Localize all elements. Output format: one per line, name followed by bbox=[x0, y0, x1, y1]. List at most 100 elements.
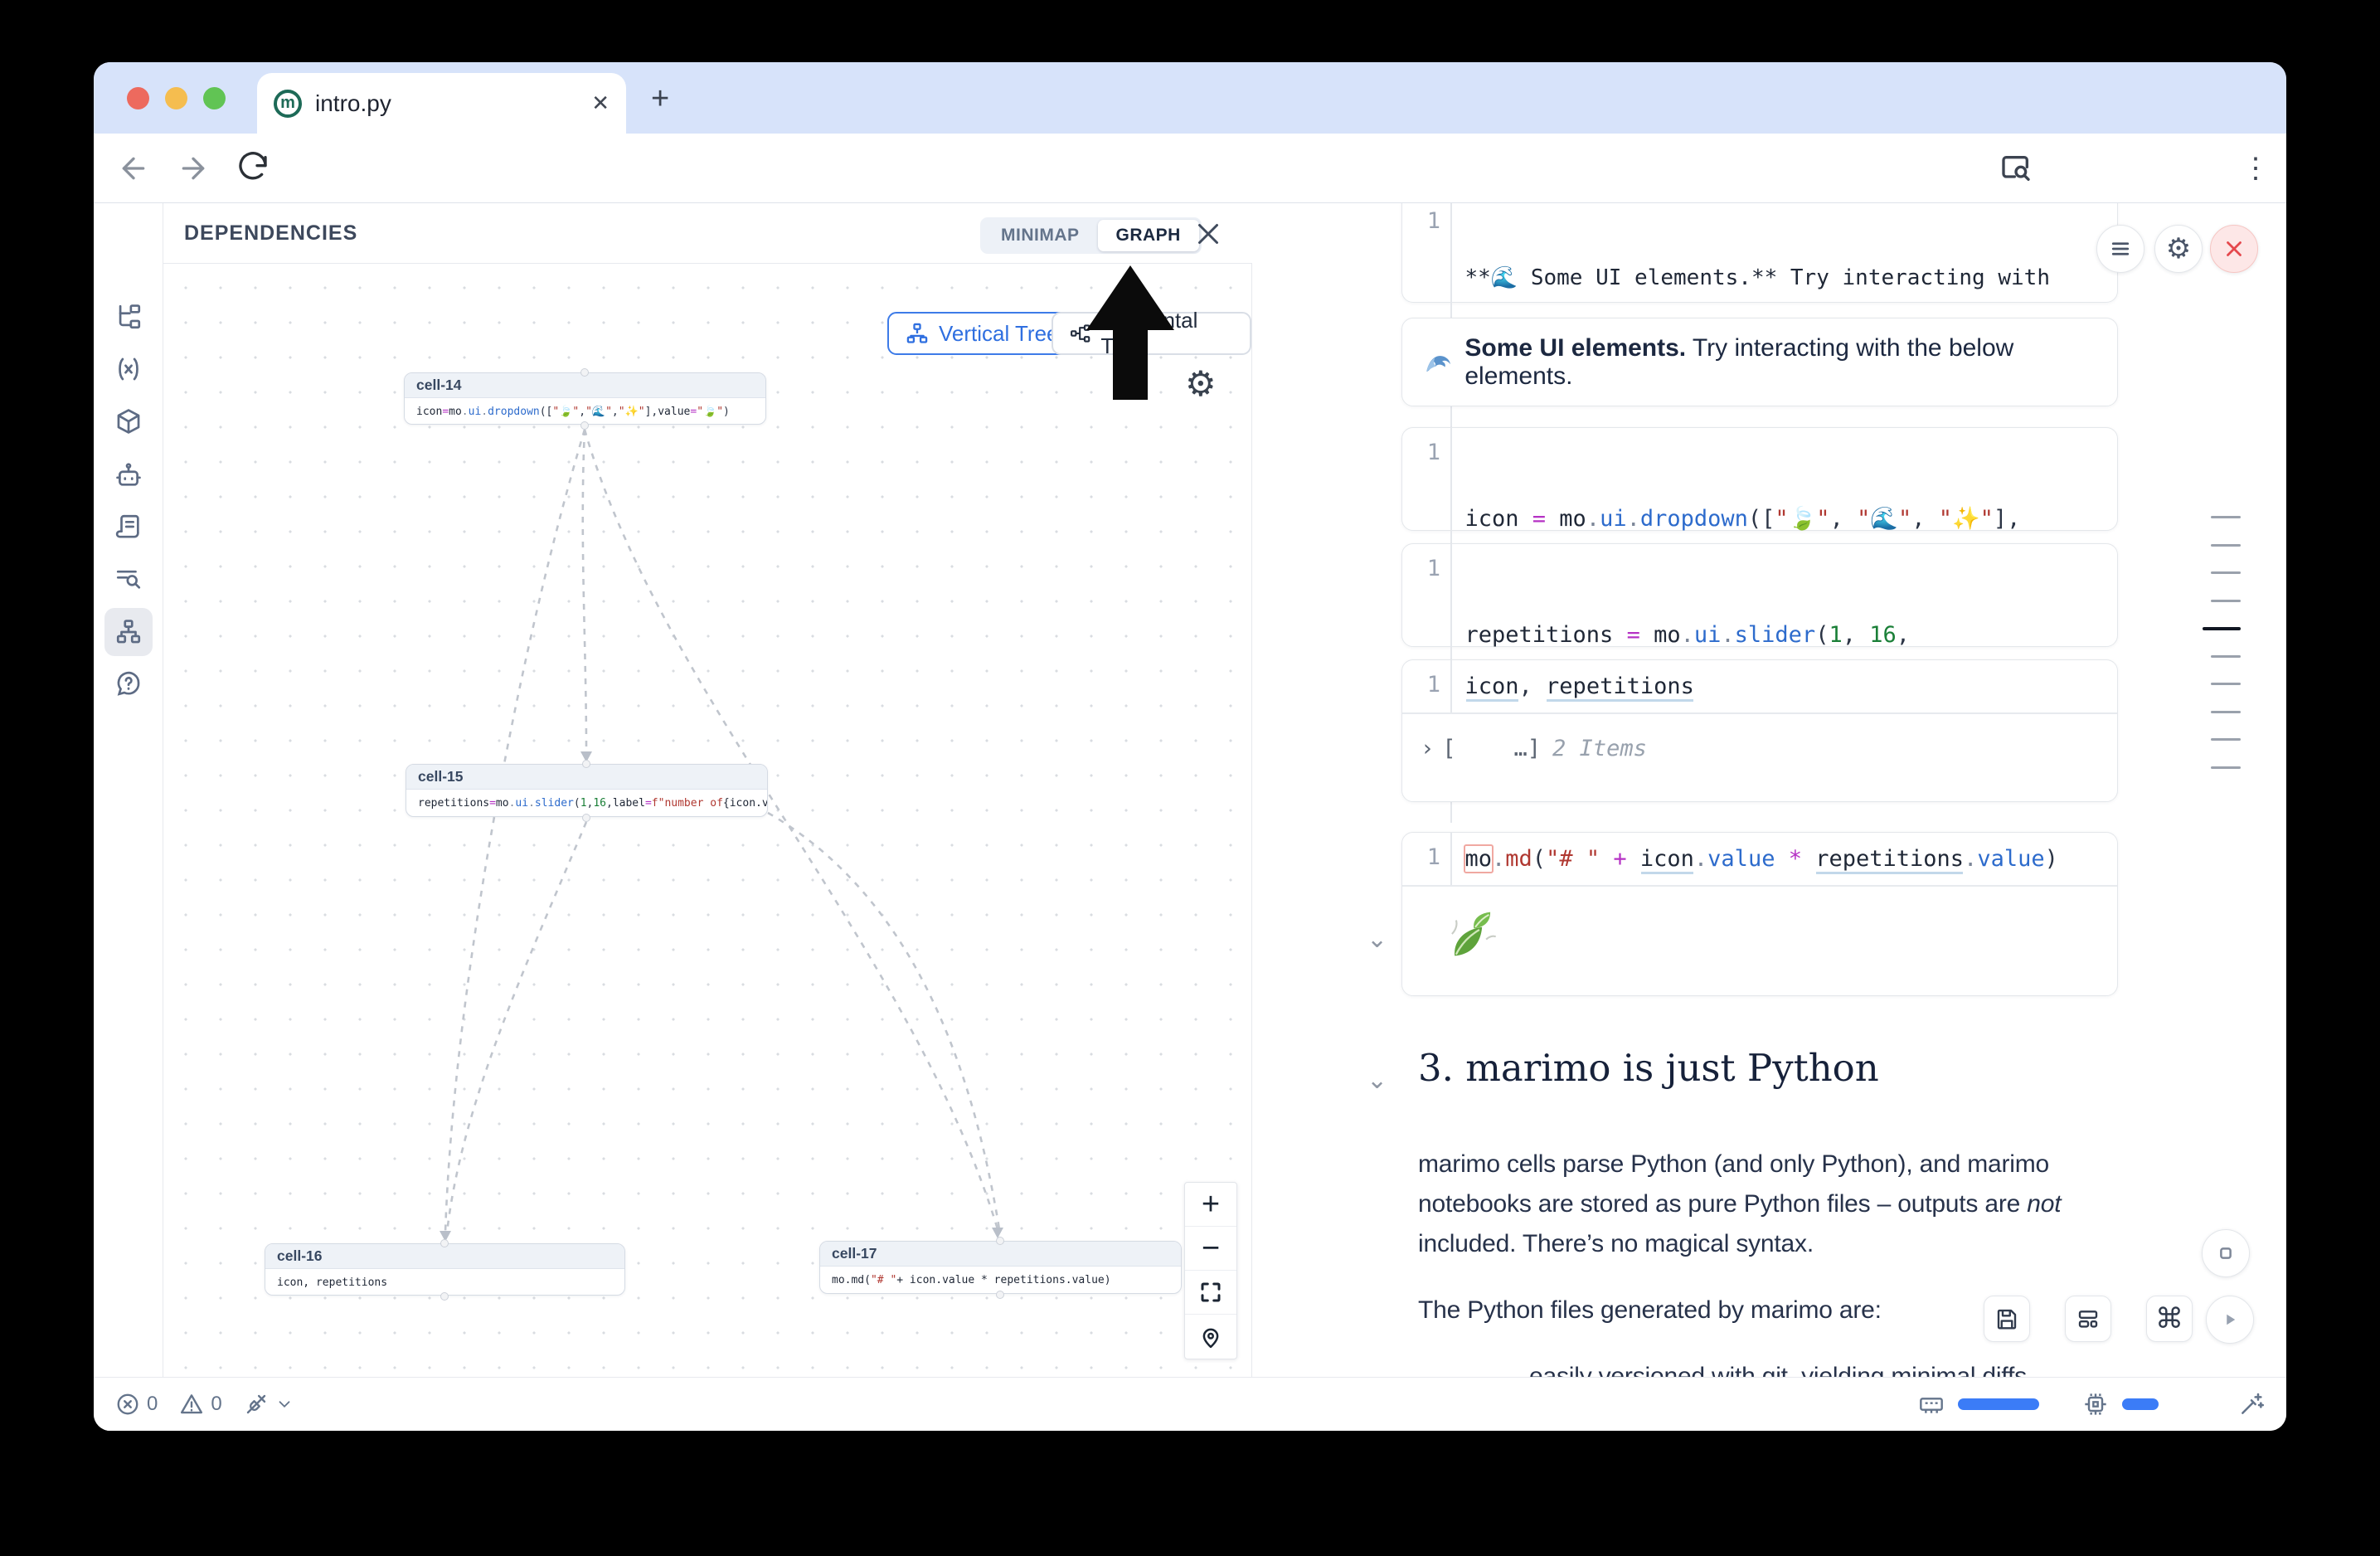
app-sidebar bbox=[94, 203, 163, 1377]
forward-icon[interactable] bbox=[177, 152, 210, 185]
vertical-tree-label: Vertical Tree bbox=[939, 321, 1059, 347]
hamburger-icon bbox=[2108, 236, 2133, 261]
graph-node-cell-16[interactable]: cell-16 icon, repetitions bbox=[265, 1243, 625, 1296]
line-number: 1 bbox=[1402, 428, 1440, 465]
save-button[interactable] bbox=[1984, 1296, 2030, 1342]
tab-minimap[interactable]: MINIMAP bbox=[983, 220, 1098, 251]
node-code: mo.md("# " + icon.value * repetitions.va… bbox=[820, 1267, 1181, 1293]
bracket: [ bbox=[1442, 736, 1455, 761]
notebook-menu-button[interactable] bbox=[2096, 225, 2144, 273]
expand-caret-icon[interactable]: › bbox=[1421, 736, 1434, 761]
code-cell-slider[interactable]: 1 repetitions = mo.ui.slider(1, 16, labe… bbox=[1401, 543, 2118, 647]
scrubber-current-cell[interactable] bbox=[2203, 627, 2241, 630]
zoom-in-button[interactable]: + bbox=[1185, 1183, 1236, 1227]
section-collapse-chevron-icon[interactable]: ⌄ bbox=[1367, 1066, 1387, 1095]
snippets-search-icon[interactable] bbox=[104, 554, 153, 602]
cpu-icon bbox=[2082, 1391, 2109, 1417]
file-explorer-icon[interactable] bbox=[104, 293, 153, 341]
help-icon[interactable] bbox=[104, 659, 153, 707]
tab-title: intro.py bbox=[315, 90, 391, 117]
layout-button[interactable] bbox=[2065, 1296, 2111, 1342]
fit-view-button[interactable] bbox=[1185, 1271, 1236, 1315]
graph-node-cell-17[interactable]: cell-17 mo.md("# " + icon.value * repeti… bbox=[819, 1241, 1182, 1294]
node-port bbox=[996, 1237, 1004, 1245]
traffic-light-minimize[interactable] bbox=[165, 87, 187, 109]
cell-collapse-chevron-icon[interactable]: ⌄ bbox=[1367, 925, 1387, 954]
code-line: icon = mo.ui.dropdown(["🍃", "🌊", "✨"], bbox=[1465, 503, 2021, 535]
ai-sparkle-icon[interactable] bbox=[2238, 1391, 2265, 1417]
node-title: cell-17 bbox=[820, 1242, 1181, 1267]
browser-tab[interactable]: m intro.py ✕ bbox=[257, 73, 626, 134]
node-port bbox=[580, 368, 589, 377]
horizontal-tree-icon bbox=[1070, 322, 1090, 345]
node-port bbox=[440, 1239, 449, 1247]
run-button[interactable] bbox=[2206, 1296, 2254, 1344]
scratchpad-icon[interactable] bbox=[104, 503, 153, 551]
code-cell-md[interactable]: 1 mo.md("# " + icon.value * repetitions.… bbox=[1401, 832, 2118, 996]
warning-count: 0 bbox=[211, 1393, 221, 1416]
paragraph-line: marimo cells parse Python (and only Pyth… bbox=[1418, 1150, 2049, 1179]
node-port bbox=[582, 814, 590, 822]
ai-assistant-icon[interactable] bbox=[104, 451, 153, 499]
zoom-out-button[interactable]: − bbox=[1185, 1227, 1236, 1271]
ellipsis: …] bbox=[1514, 736, 1542, 761]
save-icon bbox=[1994, 1306, 2019, 1331]
runtime-connection-menu[interactable] bbox=[244, 1392, 294, 1417]
play-icon bbox=[2217, 1307, 2242, 1332]
paragraph-line: included. There’s no magical syntax. bbox=[1418, 1230, 1814, 1258]
leaf-emoji-output bbox=[1444, 907, 1498, 961]
code-line: icon, repetitions bbox=[1452, 660, 1694, 712]
markdown-output: Some UI elements. Try interacting with t… bbox=[1401, 318, 2118, 406]
locate-node-button[interactable] bbox=[1185, 1315, 1236, 1359]
browser-window: m intro.py ✕ + localhost:2718 Guest bbox=[94, 62, 2286, 1431]
wave-emoji bbox=[1424, 348, 1453, 377]
markdown-editor-cell[interactable]: 1 **🌊 Some UI elements.** Try interactin… bbox=[1401, 203, 2118, 303]
screen: m intro.py ✕ + localhost:2718 Guest bbox=[0, 0, 2380, 1556]
vertical-tree-button[interactable]: Vertical Tree bbox=[887, 312, 1077, 355]
stop-button[interactable] bbox=[2202, 1229, 2250, 1277]
new-tab-button[interactable]: + bbox=[651, 83, 669, 114]
code-cell-dropdown[interactable]: 1 icon = mo.ui.dropdown(["🍃", "🌊", "✨"],… bbox=[1401, 427, 2118, 531]
code-cell-icon-repetitions[interactable]: 1 icon, repetitions › [ …] 2 Items bbox=[1401, 659, 2118, 802]
graph-canvas[interactable]: Vertical Tree Horizontal Tree ⚙ cell-14 … bbox=[163, 264, 1252, 1377]
shutdown-button[interactable] bbox=[2210, 225, 2258, 273]
panel-close-icon[interactable] bbox=[1193, 219, 1223, 249]
variables-icon[interactable] bbox=[104, 345, 153, 393]
back-icon[interactable] bbox=[117, 152, 150, 185]
stop-icon bbox=[2213, 1241, 2238, 1266]
item-count: 2 Items bbox=[1552, 736, 1647, 761]
graph-node-cell-14[interactable]: cell-14 icon = mo.ui.dropdown(["🍃", "🌊",… bbox=[404, 372, 766, 425]
error-icon bbox=[115, 1392, 140, 1417]
settings-button[interactable]: ⚙ bbox=[2154, 225, 2203, 273]
tab-graph[interactable]: GRAPH bbox=[1098, 220, 1199, 251]
warnings-indicator[interactable]: 0 bbox=[179, 1392, 221, 1417]
errors-indicator[interactable]: 0 bbox=[115, 1392, 158, 1417]
browser-toolbar: localhost:2718 Guest ⋮ bbox=[94, 134, 2286, 203]
section-heading: 3. marimo is just Python bbox=[1418, 1046, 1879, 1090]
traffic-light-zoom[interactable] bbox=[203, 87, 226, 109]
dependency-graph-icon[interactable] bbox=[104, 608, 153, 656]
horizontal-tree-button[interactable]: Horizontal Tree bbox=[1052, 312, 1251, 355]
node-title: cell-15 bbox=[406, 765, 767, 790]
node-code: repetitions = mo.ui.slider(1, 16, label=… bbox=[406, 790, 767, 816]
shortcuts-button[interactable]: ⌘ bbox=[2146, 1296, 2193, 1342]
code-line: repetitions = mo.ui.slider(1, 16, bbox=[1465, 619, 1924, 651]
tab-close-icon[interactable]: ✕ bbox=[591, 90, 610, 116]
line-number: 1 bbox=[1402, 833, 1440, 870]
status-bar: 0 0 bbox=[94, 1377, 2286, 1431]
cell-output bbox=[1402, 887, 2117, 961]
close-icon bbox=[2222, 236, 2246, 261]
packages-icon[interactable] bbox=[104, 397, 153, 445]
collapsed-output[interactable]: › [ …] 2 Items bbox=[1402, 714, 2117, 783]
reload-icon[interactable] bbox=[236, 152, 270, 185]
node-port bbox=[582, 760, 590, 768]
tab-search-icon[interactable] bbox=[1999, 152, 2033, 185]
browser-menu-icon[interactable]: ⋮ bbox=[2242, 152, 2266, 185]
gear-icon: ⚙ bbox=[2166, 232, 2191, 265]
markdown-output-text: Some UI elements. Try interacting with t… bbox=[1464, 334, 2117, 391]
graph-settings-icon[interactable]: ⚙ bbox=[1185, 367, 1217, 401]
graph-node-cell-15[interactable]: cell-15 repetitions = mo.ui.slider(1, 16… bbox=[406, 764, 768, 817]
tab-strip: m intro.py ✕ + bbox=[94, 62, 2286, 134]
node-port bbox=[580, 421, 589, 430]
traffic-light-close[interactable] bbox=[127, 87, 149, 109]
